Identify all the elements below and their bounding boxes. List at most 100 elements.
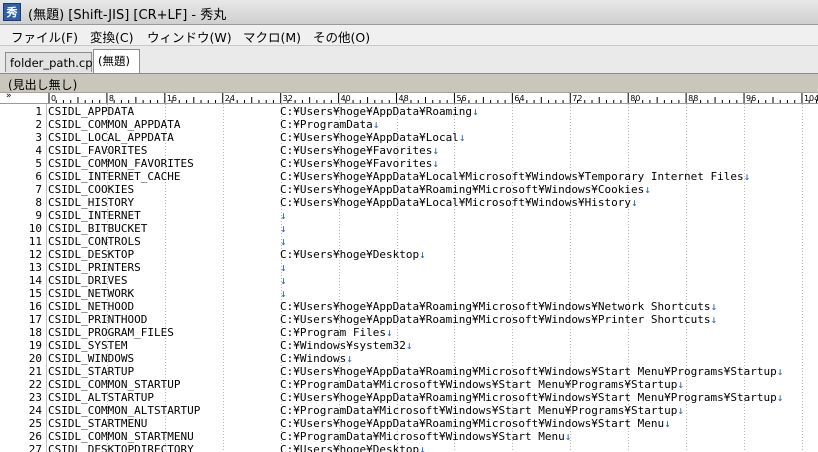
menu-window[interactable]: ウィンドウ(W) (147, 27, 232, 46)
csidl-name: CSIDL_INTERNET_CACHE (48, 170, 181, 183)
folder-path: C:¥Users¥hoge¥AppData¥Roaming¥Microsoft¥… (280, 417, 671, 430)
folder-path: ↓ (280, 222, 287, 235)
csidl-name: CSIDL_NETHOOD (48, 300, 135, 313)
folder-path: C:¥Users¥hoge¥AppData¥Roaming¥Microsoft¥… (280, 391, 784, 404)
folder-path: C:¥Users¥hoge¥Favorites↓ (280, 144, 439, 157)
editor-line[interactable]: 10 CSIDL_BITBUCKET ↓ (0, 222, 818, 235)
newline-mark-icon: ↓ (280, 261, 287, 274)
newline-mark-icon: ↓ (458, 131, 466, 144)
editor-line[interactable]: 19 CSIDL_SYSTEM C:¥Windows¥system32↓ (0, 339, 818, 352)
line-number: 17 (28, 313, 42, 326)
newline-mark-icon: ↓ (385, 326, 393, 339)
editor-line[interactable]: 13 CSIDL_PRINTERS ↓ (0, 261, 818, 274)
csidl-name: CSIDL_APPDATA (48, 105, 135, 118)
ruler-label: 64 (514, 94, 524, 103)
line-number: 9 (35, 209, 42, 222)
csidl-name: CSIDL_DESKTOPDIRECTORY (48, 443, 194, 452)
editor-line[interactable]: 11 CSIDL_CONTROLS ↓ (0, 235, 818, 248)
line-number: 23 (28, 391, 42, 404)
csidl-name: CSIDL_BITBUCKET (48, 222, 148, 235)
folder-path: ↓ (280, 209, 287, 222)
title-bar[interactable]: 秀 (無題) [Shift-JIS] [CR+LF] - 秀丸 (0, 0, 818, 25)
editor-line[interactable]: 27 CSIDL_DESKTOPDIRECTORY C:¥Users¥hoge¥De… (0, 443, 818, 452)
newline-mark-icon: ↓ (710, 300, 718, 313)
menu-convert[interactable]: 変換(C) (90, 27, 133, 46)
editor-line[interactable]: 2 CSIDL_COMMON_APPDATA C:¥ProgramData↓ (0, 118, 818, 131)
ruler-label: 40 (341, 94, 351, 103)
newline-mark-icon: ↓ (664, 417, 671, 430)
line-number: 3 (35, 131, 42, 144)
tab-folder-path-cpp[interactable]: folder_path.cpp (5, 52, 100, 72)
newline-mark-icon: ↓ (405, 339, 413, 352)
editor-line[interactable]: 7 CSIDL_COOKIES C:¥Users¥hoge¥AppData¥Roam… (0, 183, 818, 196)
editor-line[interactable]: 21 CSIDL_STARTUP C:¥Users¥hoge¥AppData¥Roa… (0, 365, 818, 378)
editor-line[interactable]: 8 CSIDL_HISTORY C:¥Users¥hoge¥AppData¥Loca… (0, 196, 818, 209)
editor-line[interactable]: 20 CSIDL_WINDOWS C:¥Windows↓ (0, 352, 818, 365)
editor-line[interactable]: 9 CSIDL_INTERNET ↓ (0, 209, 818, 222)
csidl-name: CSIDL_SYSTEM (48, 339, 128, 352)
csidl-name: CSIDL_PRINTERS (48, 261, 141, 274)
folder-path: C:¥Users¥hoge¥AppData¥Roaming¥Microsoft¥… (280, 365, 784, 378)
newline-mark-icon: ↓ (776, 365, 784, 378)
tab-bar: folder_path.cpp (無題) (0, 46, 818, 74)
line-number: 12 (28, 248, 42, 261)
line-number: 18 (28, 326, 42, 339)
editor-text-area[interactable]: 1 CSIDL_APPDATA C:¥Users¥hoge¥AppData¥Roam… (0, 104, 818, 452)
ruler-scroll-indicator: » (6, 93, 12, 101)
csidl-name: CSIDL_COOKIES (48, 183, 135, 196)
editor-line[interactable]: 1 CSIDL_APPDATA C:¥Users¥hoge¥AppData¥Roam… (0, 105, 818, 118)
csidl-name: CSIDL_FAVORITES (48, 144, 148, 157)
editor-line[interactable]: 17 CSIDL_PRINTHOOD C:¥Users¥hoge¥AppData¥R… (0, 313, 818, 326)
newline-mark-icon: ↓ (776, 391, 784, 404)
csidl-name: CSIDL_WINDOWS (48, 352, 135, 365)
hidemaru-app-icon[interactable]: 秀 (3, 3, 21, 21)
newline-mark-icon: ↓ (432, 144, 439, 157)
folder-path: C:¥ProgramData¥Microsoft¥Windows¥Start M… (280, 404, 684, 417)
newline-mark-icon: ↓ (677, 404, 684, 417)
csidl-name: CSIDL_STARTMENU (48, 417, 148, 430)
folder-path: C:¥ProgramData↓ (280, 118, 380, 131)
editor-line[interactable]: 4 CSIDL_FAVORITES C:¥Users¥hoge¥Favorites↓ (0, 144, 818, 157)
line-number: 7 (35, 183, 42, 196)
editor-line[interactable]: 16 CSIDL_NETHOOD C:¥Users¥hoge¥AppData¥Roa… (0, 300, 818, 313)
folder-path: C:¥Users¥hoge¥AppData¥Local¥Microsoft¥Wi… (280, 196, 638, 209)
line-number: 6 (35, 170, 42, 183)
editor-line[interactable]: 22 CSIDL_COMMON_STARTUP C:¥ProgramData¥Mic… (0, 378, 818, 391)
folder-path: C:¥Users¥hoge¥AppData¥Roaming¥Microsoft¥… (280, 300, 718, 313)
editor-line[interactable]: 23 CSIDL_ALTSTARTUP C:¥Users¥hoge¥AppData¥… (0, 391, 818, 404)
newline-mark-icon: ↓ (710, 313, 718, 326)
ruler-label: 104 (804, 94, 818, 103)
menu-bar: ファイル(F) 変換(C) ウィンドウ(W) マクロ(M) その他(O) (0, 25, 818, 46)
editor-line[interactable]: 25 CSIDL_STARTMENU C:¥Users¥hoge¥AppData¥R… (0, 417, 818, 430)
csidl-name: CSIDL_STARTUP (48, 365, 135, 378)
folder-path: C:¥Program Files↓ (280, 326, 393, 339)
editor-line[interactable]: 18 CSIDL_PROGRAM_FILES C:¥Program Files↓ (0, 326, 818, 339)
csidl-name: CSIDL_CONTROLS (48, 235, 141, 248)
line-number: 21 (28, 365, 42, 378)
line-number: 8 (35, 196, 42, 209)
tab-untitled[interactable]: (無題) (93, 49, 140, 73)
ruler-label: 72 (572, 94, 582, 103)
editor-line[interactable]: 5 CSIDL_COMMON_FAVORITES C:¥Users¥hoge¥Fav… (0, 157, 818, 170)
csidl-name: CSIDL_PROGRAM_FILES (48, 326, 174, 339)
editor-line[interactable]: 12 CSIDL_DESKTOP C:¥Users¥hoge¥Desktop↓ (0, 248, 818, 261)
csidl-name: CSIDL_DRIVES (48, 274, 128, 287)
folder-path: C:¥ProgramData¥Microsoft¥Windows¥Start M… (280, 430, 572, 443)
menu-other[interactable]: その他(O) (313, 27, 370, 46)
csidl-name: CSIDL_ALTSTARTUP (48, 391, 154, 404)
editor-line[interactable]: 15 CSIDL_NETWORK ↓ (0, 287, 818, 300)
ruler-label: 56 (456, 94, 466, 103)
folder-path: C:¥ProgramData¥Microsoft¥Windows¥Start M… (280, 378, 684, 391)
editor-line[interactable]: 14 CSIDL_DRIVES ↓ (0, 274, 818, 287)
folder-path: C:¥Users¥hoge¥AppData¥Roaming↓ (280, 105, 479, 118)
line-number: 13 (28, 261, 42, 274)
menu-file[interactable]: ファイル(F) (11, 27, 78, 46)
editor-line[interactable]: 26 CSIDL_COMMON_STARTMENU C:¥ProgramData¥M… (0, 430, 818, 443)
editor-line[interactable]: 24 CSIDL_COMMON_ALTSTARTUP C:¥ProgramData¥… (0, 404, 818, 417)
newline-mark-icon: ↓ (419, 248, 426, 261)
folder-path: C:¥Users¥hoge¥AppData¥Local↓ (280, 131, 466, 144)
folder-path: C:¥Windows¥system32↓ (280, 339, 413, 352)
editor-line[interactable]: 6 CSIDL_INTERNET_CACHE C:¥Users¥hoge¥AppDa… (0, 170, 818, 183)
editor-line[interactable]: 3 CSIDL_LOCAL_APPDATA C:¥Users¥hoge¥AppDat… (0, 131, 818, 144)
menu-macro[interactable]: マクロ(M) (243, 27, 301, 46)
